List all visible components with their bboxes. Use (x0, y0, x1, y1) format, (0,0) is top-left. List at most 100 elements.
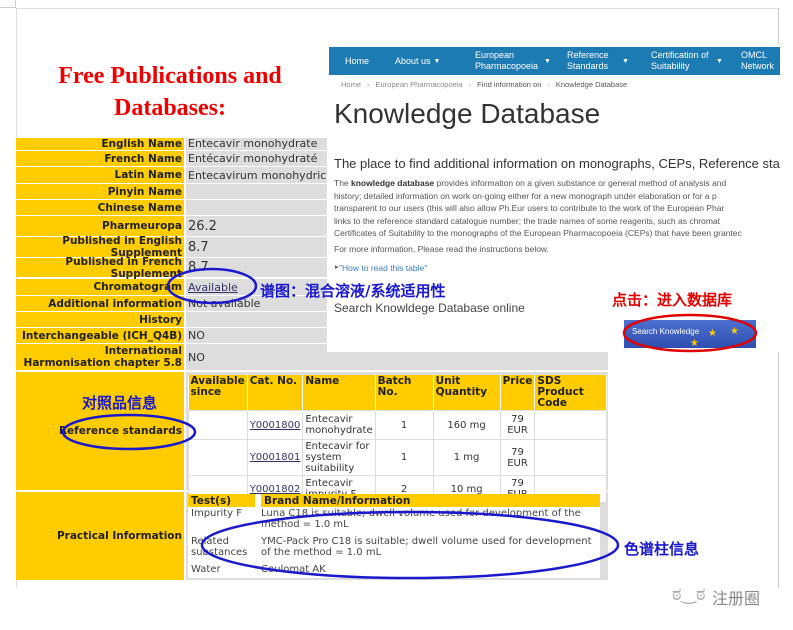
crumb-ep[interactable]: European Pharmacopoeia (376, 80, 463, 89)
label-reference-standards: Reference standards (16, 372, 184, 490)
col-sds: SDS Product Code (534, 375, 607, 411)
breadcrumb: Home › European Pharmacopoeia › Find infor… (341, 80, 627, 89)
how-to-read-link[interactable]: "How to read this table" (339, 263, 427, 273)
annotation-reference: 对照品信息 (82, 394, 158, 412)
label-chromatogram: Chromatogram (16, 279, 184, 295)
crumb-home[interactable]: Home (341, 80, 361, 89)
cat-no-link[interactable]: Y0001800 (250, 420, 301, 431)
cell-price: 79 EUR (499, 439, 536, 476)
annotation-chromatogram: 谱图：混合溶液/系统适用性 (260, 282, 446, 300)
cell-info: Coulomat AK (261, 563, 326, 575)
value-interchangeable: NO (186, 328, 346, 343)
crumb-find[interactable]: Find information on (477, 80, 541, 89)
value-french-supplement: 8.7 (186, 258, 346, 277)
table-header: Available since Cat. No. Name Batch No. … (188, 375, 607, 411)
value-latin-name: Entecavirum monohydricum (186, 167, 346, 183)
nav-reference-standards[interactable]: Reference Standards ▼ (559, 50, 643, 72)
page-subtitle: The place to find additional information… (334, 156, 780, 171)
col-name: Name (302, 375, 376, 411)
search-knowledge-button[interactable]: Search Knowledge ★ ★ ★ (624, 320, 756, 349)
value-french-name: Entécavir monohydraté (186, 151, 346, 166)
col-available-since: Available since (188, 375, 248, 411)
page-title: Knowledge Database (334, 98, 601, 129)
cell-info: YMC-Pack Pro C18 is suitable; dwell volu… (261, 535, 592, 558)
table-row: Y0001801 Entecavir for system suitabilit… (188, 439, 607, 476)
body-line: links to the reference standard catalogu… (334, 215, 721, 226)
star-icon: ★ (730, 326, 739, 337)
col-unit-qty: Unit Quantity (433, 375, 501, 411)
nav-european-pharmacopoeia[interactable]: European Pharmacopoeia ▼ (467, 50, 559, 72)
corner-mark (0, 0, 16, 8)
main-nav: Home About us ▼ European Pharmacopoeia ▼ R… (329, 47, 780, 75)
nav-about-us[interactable]: About us ▼ (387, 56, 467, 67)
label-pharmeuropa: Pharmeuropa (16, 216, 184, 236)
col-batch: Batch No. (375, 375, 434, 411)
label-pinyin-name: Pinyin Name (16, 184, 184, 199)
search-heading: Search Knowldege Database online (334, 301, 525, 315)
cell-test: Impurity F (191, 508, 243, 519)
nav-cert-label: Certification of Suitability (651, 50, 709, 71)
chromatogram-available-link[interactable]: Available (188, 281, 238, 294)
label-french-supplement: Published in French Supplement (16, 256, 184, 280)
cell-test: Related substances (191, 535, 248, 558)
body-line: transparent to our users (this will also… (334, 203, 725, 213)
body-line: history; detailed information on work on… (334, 190, 717, 201)
cell-batch: 1 (374, 439, 434, 476)
label-french-name: French Name (16, 151, 184, 166)
cat-no-link[interactable]: Y0001802 (250, 484, 301, 495)
table-row: Impurity F Luna C18 is suitable; dwell vo… (188, 507, 600, 535)
label-latin-name: Latin Name (16, 167, 184, 183)
cell-since (188, 410, 248, 440)
label-english-supplement: Published in English Supplement (16, 235, 184, 259)
cell-since (188, 439, 248, 476)
crumb-current: Knowledge Database (555, 80, 628, 89)
watermark: 注册圈 (712, 589, 761, 608)
cell-price: 79 EUR (499, 410, 536, 440)
caret-down-icon: ▼ (622, 57, 629, 65)
star-icon: ★ (690, 338, 699, 349)
cell-name: Entecavir for system suitability (302, 439, 376, 476)
table-row: Y0001800 Entecavir monohydrate 1 160 mg … (188, 410, 607, 440)
col-cat-no: Cat. No. (247, 375, 304, 411)
bullet-icon: ▸ (335, 264, 339, 271)
value-history (186, 312, 346, 327)
label-chinese-name: Chinese Name (16, 200, 184, 215)
chevron-right-icon: › (367, 80, 370, 89)
more-info-text: For more information, Please read the in… (334, 244, 549, 254)
cell-sds (534, 410, 607, 440)
body-bold: knowledge database (351, 178, 435, 188)
nav-home[interactable]: Home (329, 56, 387, 67)
body-line: provides information on a given substanc… (434, 178, 727, 188)
annotation-column: 色谱柱信息 (624, 540, 700, 558)
chevron-right-icon: › (547, 80, 550, 89)
value-english-name: Entecavir monohydrate (186, 138, 346, 150)
label-history: History (16, 312, 184, 327)
value-pharmeuropa: 26.2 (186, 216, 346, 236)
label-additional-information: Additional information (16, 296, 184, 311)
wechat-icon: ಠ‿ಠ (672, 584, 706, 605)
nav-certification[interactable]: Certification of Suitability ▼ (643, 50, 733, 72)
cat-no-link[interactable]: Y0001801 (250, 452, 301, 463)
cell-qty: 160 mg (432, 410, 501, 440)
description: The knowledge database provides informat… (334, 177, 780, 240)
annotation-click: 点击：进入数据库 (612, 291, 733, 309)
caret-down-icon: ▼ (433, 57, 441, 65)
chevron-right-icon: › (468, 80, 472, 89)
label-interchangeable: Interchangeable (ICH_Q4B) (16, 328, 184, 343)
label-practical-information: Practical Information (16, 492, 184, 580)
col-tests: Test(s) (188, 494, 258, 507)
practical-info-table: Test(s) Brand Name/Information Impurity … (188, 494, 600, 578)
reference-standards-table: Available since Cat. No. Name Batch No. … (188, 375, 607, 503)
col-brand: Brand Name/Information (255, 494, 600, 507)
value-chinese-name (186, 200, 346, 215)
body-line: Certificates of Suitability to the monog… (334, 228, 742, 238)
value-pinyin-name (186, 184, 346, 199)
cell-name: Entecavir monohydrate (302, 410, 376, 440)
label-english-name: English Name (16, 138, 184, 150)
nav-rs-label: Reference Standards (567, 50, 609, 71)
nav-omcl[interactable]: OMCL Network (733, 50, 779, 72)
table-header: Test(s) Brand Name/Information (188, 494, 600, 507)
body-lead: The (334, 178, 352, 188)
cell-batch: 1 (374, 410, 434, 440)
caret-down-icon: ▼ (544, 57, 551, 65)
